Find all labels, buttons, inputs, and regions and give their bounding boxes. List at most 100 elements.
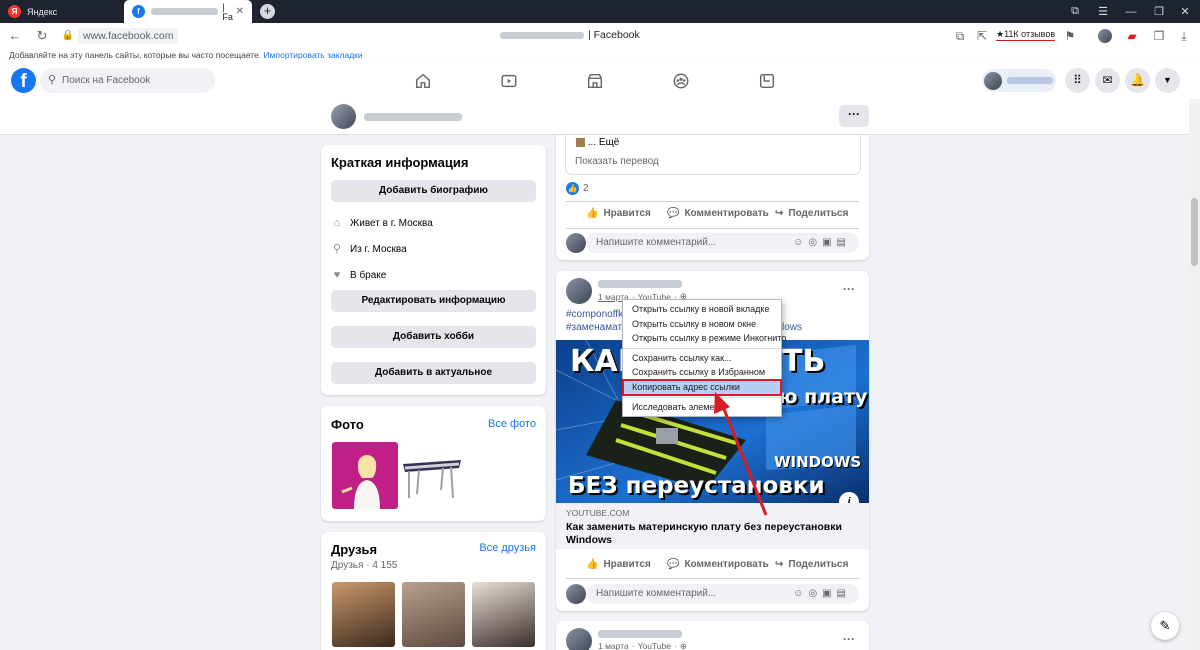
close-window-icon[interactable]: ✕ <box>1172 0 1198 23</box>
thumbnail-title-line1-end: ТЬ <box>782 344 826 379</box>
close-tab-icon[interactable]: ✕ <box>236 6 244 17</box>
groups-icon[interactable] <box>671 72 691 90</box>
menu-save-link-as[interactable]: Сохранить ссылку как... <box>623 351 781 366</box>
gaming-icon[interactable] <box>757 72 777 90</box>
home-icon[interactable] <box>413 72 433 90</box>
likes-count: 2 <box>583 183 589 194</box>
heart-icon: ♥ <box>333 269 341 281</box>
comment-input[interactable]: Напишите комментарий... ☺◎▣▤ <box>586 584 859 604</box>
messenger-icon[interactable]: ✉ <box>1095 68 1120 93</box>
scrollbar-thumb[interactable] <box>1191 198 1198 266</box>
annotation-arrow <box>714 392 768 516</box>
hashtag-link[interactable]: #componoffk <box>566 309 623 320</box>
tab-facebook[interactable]: f | Fa ✕ <box>124 0 252 23</box>
thumbs-up-icon: 👍 <box>586 559 599 570</box>
tabs-manager-icon[interactable]: ⧉ <box>1062 0 1088 23</box>
add-bio-button[interactable]: Добавить биографию <box>331 180 536 202</box>
avatar[interactable] <box>331 104 356 129</box>
like-label: Нравится <box>603 208 651 219</box>
yandex-browser-icon: Я <box>8 5 21 18</box>
reactions-summary[interactable]: 👍 2 <box>566 182 589 195</box>
watch-icon[interactable] <box>499 72 519 90</box>
add-featured-button[interactable]: Добавить в актуальное <box>331 362 536 384</box>
comment-button[interactable]: 💬 Комментировать <box>667 559 769 570</box>
post-date[interactable]: 1 марта <box>598 641 629 650</box>
photos-card: Фото Все фото <box>321 406 546 521</box>
new-tab-button[interactable]: + <box>260 4 275 19</box>
bookmarks-bar: Добавляйте на эту панель сайты, которые … <box>0 48 1200 63</box>
tab-title-blurred <box>151 8 219 15</box>
profile-sticky-bar: ··· <box>0 99 1200 135</box>
bookmark-icon[interactable]: ⚑ <box>1062 28 1078 44</box>
comment-button[interactable]: 💬 Комментировать <box>667 208 769 219</box>
post-more-icon[interactable]: ··· <box>843 632 855 646</box>
friend-photo[interactable] <box>332 582 395 647</box>
share-label: Поделиться <box>788 208 849 219</box>
share-icon[interactable]: ⇱ <box>974 28 990 44</box>
add-hobbies-button[interactable]: Добавить хобби <box>331 326 536 348</box>
compose-icon: ✎ <box>1159 618 1171 633</box>
account-dropdown-icon[interactable]: ▼ <box>1155 68 1180 93</box>
friend-photo[interactable] <box>402 582 465 647</box>
scrollbar[interactable] <box>1189 99 1200 650</box>
reload-icon[interactable]: ↻ <box>34 28 50 44</box>
post-more-icon[interactable]: ··· <box>843 282 855 296</box>
avatar[interactable] <box>566 628 592 650</box>
marketplace-icon[interactable] <box>585 72 605 90</box>
tab-yandex[interactable]: Я Яндекс <box>0 0 122 23</box>
hashtag-link[interactable]: #заменамате <box>566 322 627 333</box>
avatar <box>566 233 586 253</box>
maximize-icon[interactable]: ❐ <box>1146 0 1172 23</box>
comment-tools-icons[interactable]: ☺◎▣▤ <box>793 584 851 604</box>
import-bookmarks-link[interactable]: Импортировать закладки <box>264 50 363 60</box>
reviews-badge[interactable]: ★11К отзывов <box>996 29 1056 41</box>
minimize-icon[interactable]: — <box>1118 0 1144 23</box>
like-button[interactable]: 👍 Нравится <box>586 559 651 570</box>
like-button[interactable]: 👍 Нравится <box>586 208 651 219</box>
new-message-button[interactable]: ✎ <box>1151 612 1179 640</box>
page-title-suffix: | Facebook <box>588 29 640 41</box>
comment-tools-icons[interactable]: ☺◎▣▤ <box>793 233 851 253</box>
facebook-logo-icon[interactable]: f <box>11 68 36 93</box>
collections-icon[interactable]: ❒ <box>1151 28 1167 44</box>
search-input[interactable]: ⚲ Поиск на Facebook <box>40 68 215 93</box>
menu-save-to-favorites[interactable]: Сохранить ссылку в Избранном <box>623 365 781 380</box>
menu-open-new-tab[interactable]: Открыть ссылку в новой вкладке <box>623 302 781 317</box>
post-card: 1 марта · YouTube · ⊕ ··· <box>556 621 869 650</box>
browser-menu-icon[interactable]: ☰ <box>1090 0 1116 23</box>
see-all-friends-link[interactable]: Все друзья <box>479 542 536 554</box>
emoji-icon <box>576 137 585 147</box>
page-title: | Facebook <box>500 29 640 41</box>
see-translation-link[interactable]: Показать перевод <box>575 156 659 167</box>
see-all-photos-link[interactable]: Все фото <box>488 418 536 430</box>
menu-open-new-window[interactable]: Открыть ссылку в новом окне <box>623 317 781 332</box>
profile-shortcut[interactable] <box>982 69 1056 92</box>
bookmark-hint: Добавляйте на эту панель сайты, которые … <box>9 50 262 60</box>
url-field[interactable]: www.facebook.com <box>78 28 179 44</box>
download-icon[interactable]: ⤓ <box>1176 28 1192 44</box>
photo-thumbnail[interactable] <box>332 442 398 509</box>
photo-thumbnail[interactable] <box>399 442 466 509</box>
profile-more-button[interactable]: ··· <box>839 105 869 127</box>
comment-input[interactable]: Напишите комментарий... ☺◎▣▤ <box>586 233 859 253</box>
blurred-author-name <box>598 630 682 638</box>
extension-icon[interactable]: ▰ <box>1124 28 1140 44</box>
lives-in-text: Живет в г. Москва <box>350 217 433 229</box>
avatar[interactable] <box>566 278 592 304</box>
back-icon[interactable]: ← <box>7 28 23 44</box>
blurred-name <box>1007 77 1053 84</box>
menu-grid-icon[interactable]: ⠿ <box>1065 68 1090 93</box>
profile-avatar-icon[interactable] <box>1096 28 1114 44</box>
share-button[interactable]: ↪ Поделиться <box>775 559 848 570</box>
like-label: Нравится <box>603 559 651 570</box>
edit-info-button[interactable]: Редактировать информацию <box>331 290 536 312</box>
see-more-link[interactable]: ... Ещё <box>576 137 619 148</box>
lock-icon[interactable]: 🔒 <box>60 28 76 44</box>
share-button[interactable]: ↪ Поделиться <box>775 208 848 219</box>
translate-icon[interactable]: ⧉ <box>952 28 968 44</box>
notifications-icon[interactable]: 🔔 <box>1125 68 1150 93</box>
friends-count: Друзья · 4 155 <box>331 560 398 571</box>
share-label: Поделиться <box>788 559 849 570</box>
friend-photo[interactable] <box>472 582 535 647</box>
menu-open-incognito[interactable]: Открыть ссылку в режиме Инкогнито <box>623 331 786 346</box>
